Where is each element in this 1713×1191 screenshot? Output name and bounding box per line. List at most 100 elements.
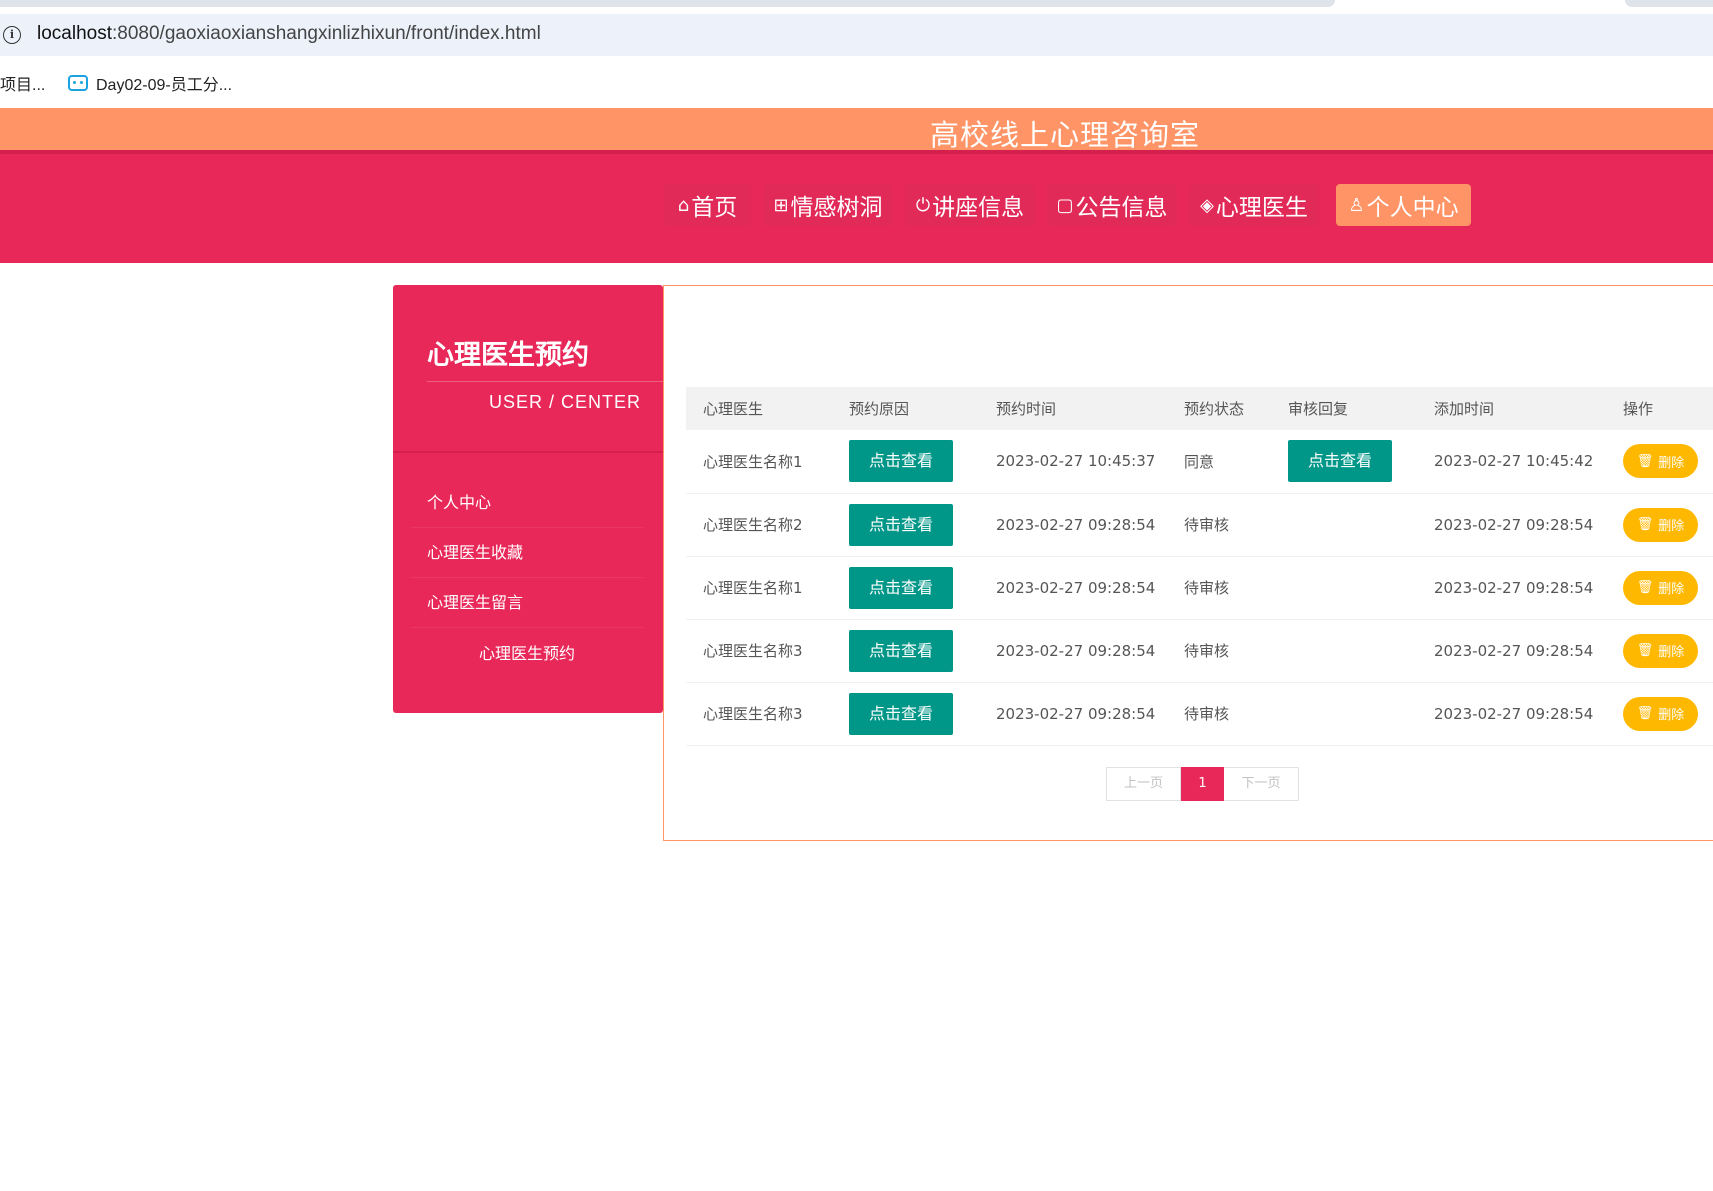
delete-label: 删除	[1658, 708, 1685, 723]
cell-reply	[1271, 619, 1417, 683]
cell-actions: 🗑 删除	[1606, 682, 1713, 746]
view-reply-button[interactable]: 点击查看	[1288, 440, 1392, 483]
cell-time: 2023-02-27 09:28:54	[979, 682, 1167, 746]
appointments-panel: 心理医生 预约原因 预约时间 预约状态 审核回复 添加时间 操作 心理医生名称1…	[663, 285, 1713, 841]
nav-home[interactable]: ⌂ 首页	[664, 184, 751, 226]
appointments-table: 心理医生 预约原因 预约时间 预约状态 审核回复 添加时间 操作 心理医生名称1…	[686, 387, 1713, 746]
cell-reason: 点击查看	[832, 493, 979, 557]
cell-actions: 🗑 删除	[1606, 430, 1713, 494]
delete-button[interactable]: 🗑 删除	[1623, 696, 1698, 731]
delete-label: 删除	[1658, 455, 1685, 471]
header-time: 预约时间	[979, 387, 1167, 430]
cell-actions: 🗑 删除	[1606, 556, 1713, 620]
cell-actions: 🗑 删除	[1606, 493, 1713, 557]
trash-icon: 🗑	[1636, 706, 1654, 721]
view-reason-button[interactable]: 点击查看	[849, 629, 953, 672]
cell-reason: 点击查看	[832, 619, 979, 683]
cell-status: 待审核	[1167, 619, 1271, 683]
cell-time: 2023-02-27 09:28:54	[979, 619, 1167, 683]
browser-tab[interactable]	[0, 0, 1335, 7]
user-icon: ♙	[1348, 194, 1365, 216]
site-info-icon[interactable]: i	[3, 26, 21, 44]
main-nav: ⌂ 首页 ⊞ 情感树洞 ⏻ 讲座信息 ▢ 公告信息 ◈ 心理医生 ♙ 个人中心	[0, 150, 1713, 263]
home-icon: ⌂	[677, 194, 690, 216]
view-reason-button[interactable]: 点击查看	[849, 440, 953, 483]
sidebar-divider	[393, 451, 663, 453]
url-path: :8080/gaoxiaoxianshangxinlizhixun/front/…	[112, 23, 541, 44]
table-row: 心理医生名称3 点击查看 2023-02-27 09:28:54 待审核 202…	[686, 619, 1713, 683]
cell-reply: 点击查看	[1271, 430, 1417, 494]
cell-time: 2023-02-27 10:45:37	[979, 430, 1167, 494]
cell-time: 2023-02-27 09:28:54	[979, 556, 1167, 620]
cell-status: 待审核	[1167, 682, 1271, 746]
bookmark-item[interactable]: 项目...	[0, 71, 45, 95]
header-actions: 操作	[1606, 387, 1713, 430]
cell-status: 待审核	[1167, 493, 1271, 557]
address-bar[interactable]: i localhost:8080/gaoxiaoxianshangxinlizh…	[0, 14, 1713, 56]
table-row: 心理医生名称1 点击查看 2023-02-27 09:28:54 待审核 202…	[686, 556, 1713, 620]
cell-reason: 点击查看	[832, 430, 979, 494]
sidebar-item-doctor-appointments[interactable]: 心理医生预约	[411, 629, 643, 679]
table-row: 心理医生名称1 点击查看 2023-02-27 10:45:37 同意 点击查看…	[686, 430, 1713, 494]
nav-notice-info[interactable]: ▢ 公告信息	[1047, 184, 1177, 226]
sidebar-item-doctor-messages[interactable]: 心理医生留言	[411, 578, 643, 628]
table-row: 心理医生名称2 点击查看 2023-02-27 09:28:54 待审核 202…	[686, 493, 1713, 557]
delete-button[interactable]: 🗑 删除	[1623, 633, 1698, 668]
user-sidebar: 心理医生预约 USER / CENTER 个人中心 心理医生收藏 心理医生留言 …	[393, 285, 663, 713]
sidebar-item-user-center[interactable]: 个人中心	[411, 478, 643, 528]
nav-label: 首页	[691, 195, 738, 221]
grid-icon: ⊞	[773, 194, 789, 216]
nav-label: 个人中心	[1366, 195, 1459, 221]
cell-added: 2023-02-27 10:45:42	[1417, 430, 1606, 494]
site-title: 高校线上心理咨询室	[930, 118, 1201, 152]
cell-reason: 点击查看	[832, 682, 979, 746]
delete-label: 删除	[1658, 645, 1685, 660]
view-reason-button[interactable]: 点击查看	[849, 566, 953, 609]
cell-doctor: 心理医生名称2	[686, 493, 832, 557]
pagination: 上一页 1 下一页	[1106, 767, 1299, 801]
header-doctor: 心理医生	[686, 387, 832, 430]
nav-psych-doctor[interactable]: ◈ 心理医生	[1189, 184, 1319, 226]
trash-icon: 🗑	[1636, 453, 1654, 469]
view-reason-button[interactable]: 点击查看	[849, 503, 953, 546]
cell-reply	[1271, 493, 1417, 557]
table-row: 心理医生名称3 点击查看 2023-02-27 09:28:54 待审核 202…	[686, 682, 1713, 746]
bookmarks-bar: 项目... Day02-09-员工分...	[0, 62, 1713, 102]
url-host: localhost	[37, 23, 112, 44]
view-reason-button[interactable]: 点击查看	[849, 692, 953, 735]
nav-label: 公告信息	[1075, 195, 1168, 221]
power-icon: ⏻	[915, 194, 931, 216]
trash-icon: 🗑	[1636, 643, 1654, 658]
delete-button[interactable]: 🗑 删除	[1623, 444, 1698, 479]
nav-label: 讲座信息	[932, 195, 1025, 221]
delete-button[interactable]: 🗑 删除	[1623, 570, 1698, 605]
site-title-bar: 高校线上心理咨询室	[0, 108, 1713, 152]
trash-icon: 🗑	[1636, 580, 1654, 595]
pager-page-1[interactable]: 1	[1181, 767, 1224, 801]
cell-added: 2023-02-27 09:28:54	[1417, 556, 1606, 620]
nav-emotion-treehole[interactable]: ⊞ 情感树洞	[763, 184, 893, 226]
layers-icon: ◈	[1200, 194, 1214, 216]
nav-lecture-info[interactable]: ⏻ 讲座信息	[905, 184, 1035, 226]
cell-added: 2023-02-27 09:28:54	[1417, 619, 1606, 683]
cell-reason: 点击查看	[832, 556, 979, 620]
delete-button[interactable]: 🗑 删除	[1623, 507, 1698, 542]
url-text[interactable]: localhost:8080/gaoxiaoxianshangxinlizhix…	[37, 23, 541, 45]
delete-label: 删除	[1658, 519, 1685, 534]
delete-label: 删除	[1658, 582, 1685, 597]
header-reason: 预约原因	[832, 387, 979, 430]
cell-doctor: 心理医生名称1	[686, 556, 832, 620]
bilibili-icon	[68, 75, 88, 91]
cell-added: 2023-02-27 09:28:54	[1417, 682, 1606, 746]
nav-user-center[interactable]: ♙ 个人中心	[1336, 184, 1471, 226]
bookmark-item[interactable]: Day02-09-员工分...	[68, 71, 232, 95]
sidebar-separator	[427, 381, 663, 382]
bookmark-label: Day02-09-员工分...	[96, 77, 233, 94]
header-added: 添加时间	[1417, 387, 1606, 430]
browser-tab-right[interactable]	[1625, 0, 1713, 7]
cell-added: 2023-02-27 09:28:54	[1417, 493, 1606, 557]
sidebar-subtitle: USER / CENTER	[489, 392, 642, 412]
pager-next-button[interactable]: 下一页	[1224, 767, 1299, 801]
sidebar-item-doctor-favorites[interactable]: 心理医生收藏	[411, 528, 643, 578]
pager-prev-button[interactable]: 上一页	[1106, 767, 1181, 801]
